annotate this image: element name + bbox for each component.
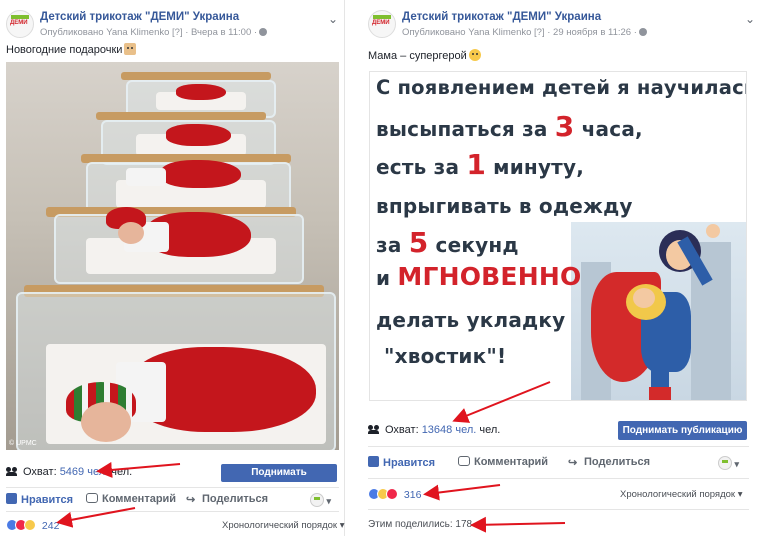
annotation-arrows <box>56 381 566 533</box>
arrow-reactions-left <box>56 507 136 528</box>
arrow-reactions-right <box>423 484 501 501</box>
arrow-shared-right <box>470 516 566 533</box>
arrow-reach-left <box>96 461 181 478</box>
arrow-reach-right <box>452 381 551 423</box>
